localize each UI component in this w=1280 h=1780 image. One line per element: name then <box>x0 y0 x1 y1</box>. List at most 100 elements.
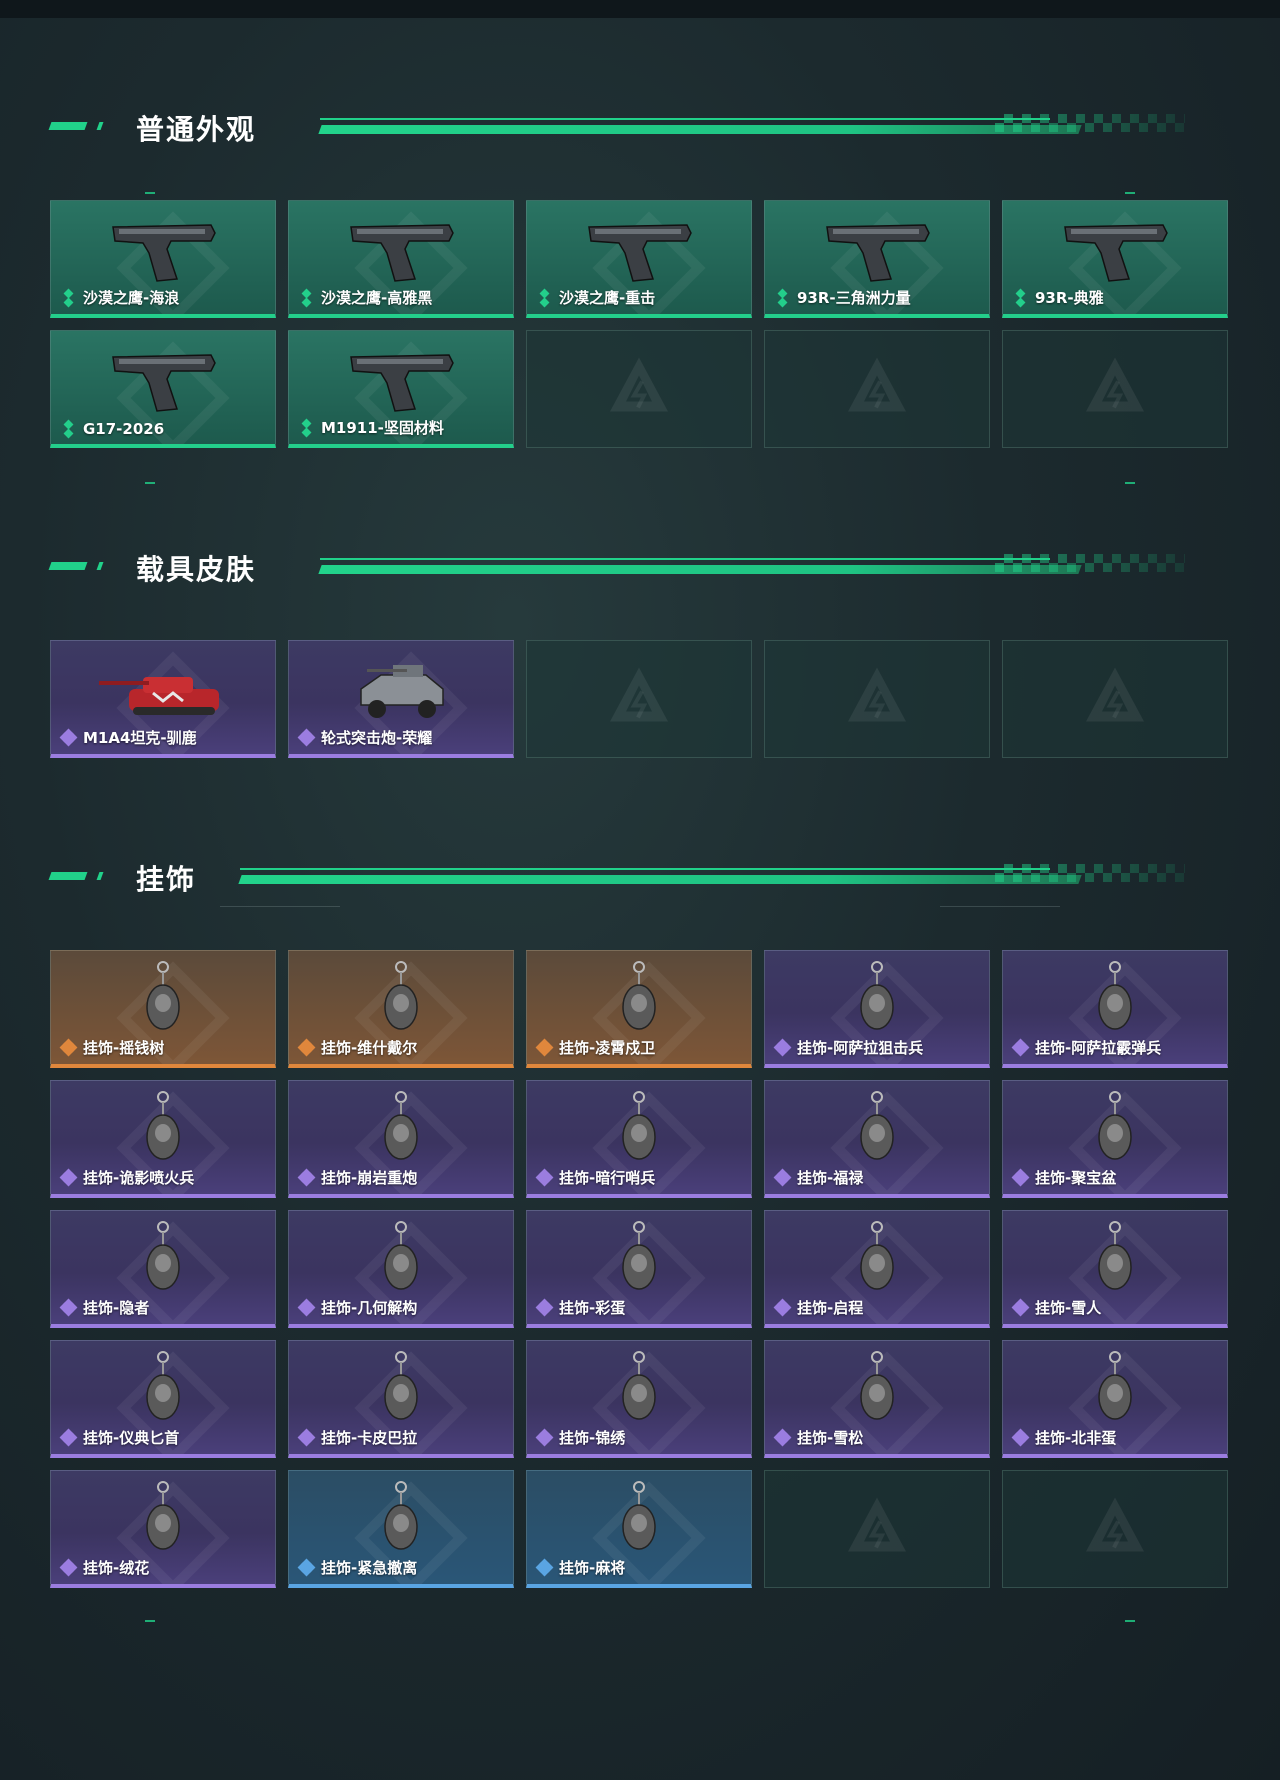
item-label: 挂饰-阿萨拉狙击兵 <box>773 1037 923 1058</box>
charm-icon <box>569 1479 709 1564</box>
delta-logo-icon <box>842 352 912 427</box>
item-label: 挂饰-几何解构 <box>297 1297 418 1318</box>
rarity-diamond-icon <box>297 1428 316 1446</box>
charm-icon <box>569 959 709 1044</box>
item-card[interactable]: 挂饰-彩蛋 <box>526 1210 752 1328</box>
armored-vehicle-icon <box>331 649 471 734</box>
item-name: 挂饰-几何解构 <box>321 1299 418 1317</box>
item-card[interactable]: 挂饰-福禄 <box>764 1080 990 1198</box>
item-card[interactable]: 挂饰-维什戴尔 <box>288 950 514 1068</box>
rarity-diamond-icon <box>297 1298 316 1316</box>
item-card[interactable]: 沙漠之鹰-高雅黑 <box>288 200 514 318</box>
item-card[interactable]: 挂饰-阿萨拉霰弹兵 <box>1002 950 1228 1068</box>
item-label: 挂饰-维什戴尔 <box>297 1037 417 1058</box>
item-card[interactable]: M1911-坚固材料 <box>288 330 514 448</box>
item-name: 挂饰-诡影喷火兵 <box>83 1169 195 1187</box>
item-label: 93R-三角洲力量 <box>775 287 911 308</box>
item-label: M1911-坚固材料 <box>299 417 444 438</box>
item-card[interactable]: 挂饰-启程 <box>764 1210 990 1328</box>
item-card[interactable]: 挂饰-雪人 <box>1002 1210 1228 1328</box>
header-line <box>318 565 1082 574</box>
item-card[interactable]: 93R-典雅 <box>1002 200 1228 318</box>
item-name: 轮式突击炮-荣耀 <box>321 729 433 747</box>
charm-icon <box>331 959 471 1044</box>
item-card[interactable]: 挂饰-紧急撤离 <box>288 1470 514 1588</box>
empty-slot[interactable] <box>526 330 752 448</box>
item-name: 挂饰-凌霄戍卫 <box>559 1039 656 1057</box>
item-name: 挂饰-雪松 <box>797 1429 864 1447</box>
section-title: 载具皮肤 <box>136 553 257 586</box>
item-card[interactable]: 挂饰-几何解构 <box>288 1210 514 1328</box>
item-card[interactable]: 挂饰-聚宝盆 <box>1002 1080 1228 1198</box>
empty-slot[interactable] <box>1002 1470 1228 1588</box>
item-name: 挂饰-紧急撤离 <box>321 1559 418 1577</box>
item-card[interactable]: 挂饰-雪松 <box>764 1340 990 1458</box>
corner-mark <box>145 192 155 194</box>
rarity-diamond-icon <box>299 288 315 307</box>
item-card[interactable]: 挂饰-崩岩重炮 <box>288 1080 514 1198</box>
item-card[interactable]: 挂饰-卡皮巴拉 <box>288 1340 514 1458</box>
item-card[interactable]: M1A4坦克-驯鹿 <box>50 640 276 758</box>
item-card[interactable]: 挂饰-绒花 <box>50 1470 276 1588</box>
header-checker-pattern <box>995 864 1185 882</box>
item-card[interactable]: 挂饰-诡影喷火兵 <box>50 1080 276 1198</box>
rarity-diamond-icon <box>1011 1298 1030 1316</box>
item-card[interactable]: 挂饰-麻将 <box>526 1470 752 1588</box>
item-name: 挂饰-卡皮巴拉 <box>321 1429 418 1447</box>
empty-slot[interactable] <box>1002 640 1228 758</box>
item-card[interactable]: G17-2026 <box>50 330 276 448</box>
item-card[interactable]: 沙漠之鹰-重击 <box>526 200 752 318</box>
item-name: 挂饰-聚宝盆 <box>1035 1169 1117 1187</box>
item-name: 挂饰-隐者 <box>83 1299 150 1317</box>
empty-slot[interactable] <box>526 640 752 758</box>
item-card[interactable]: 挂饰-隐者 <box>50 1210 276 1328</box>
delta-logo-icon <box>842 662 912 737</box>
rarity-diamond-icon <box>535 1038 554 1056</box>
pistol-icon <box>93 339 233 424</box>
charm-icon <box>1045 1219 1185 1304</box>
charm-icon <box>569 1219 709 1304</box>
item-label: 挂饰-摇钱树 <box>59 1037 164 1058</box>
empty-slot[interactable] <box>764 1470 990 1588</box>
item-label: 挂饰-启程 <box>773 1297 863 1318</box>
item-card[interactable]: 挂饰-摇钱树 <box>50 950 276 1068</box>
empty-slot[interactable] <box>764 640 990 758</box>
item-card[interactable]: 轮式突击炮-荣耀 <box>288 640 514 758</box>
header-dash <box>48 872 88 880</box>
item-card[interactable]: 沙漠之鹰-海浪 <box>50 200 276 318</box>
item-card[interactable]: 挂饰-锦绣 <box>526 1340 752 1458</box>
header-dash <box>96 872 104 880</box>
pistol-icon <box>807 209 947 294</box>
item-label: 挂饰-凌霄戍卫 <box>535 1037 656 1058</box>
charm-icon <box>93 1089 233 1174</box>
rarity-diamond-icon <box>59 1168 78 1186</box>
rarity-diamond-icon <box>61 419 77 439</box>
delta-logo-icon <box>604 662 674 737</box>
item-name: 挂饰-麻将 <box>559 1559 626 1577</box>
item-card[interactable]: 挂饰-暗行哨兵 <box>526 1080 752 1198</box>
item-card[interactable]: 挂饰-仪典匕首 <box>50 1340 276 1458</box>
rarity-diamond-icon <box>1011 1168 1030 1186</box>
charm-icon <box>569 1089 709 1174</box>
charm-icon <box>807 1219 947 1304</box>
item-card[interactable]: 挂饰-凌霄戍卫 <box>526 950 752 1068</box>
item-card[interactable]: 挂饰-阿萨拉狙击兵 <box>764 950 990 1068</box>
charm-icon <box>93 1479 233 1564</box>
item-label: 挂饰-聚宝盆 <box>1011 1167 1117 1188</box>
header-thin-line <box>240 868 1050 870</box>
item-label: 挂饰-绒花 <box>59 1557 149 1578</box>
header-dash <box>96 562 104 570</box>
item-label: 挂饰-隐者 <box>59 1297 150 1318</box>
section-header: 普通外观 <box>48 108 1230 148</box>
item-card[interactable]: 93R-三角洲力量 <box>764 200 990 318</box>
empty-slot[interactable] <box>764 330 990 448</box>
rarity-diamond-icon <box>59 1558 78 1576</box>
delta-logo-icon <box>1080 1492 1150 1567</box>
item-card[interactable]: 挂饰-北非蛋 <box>1002 1340 1228 1458</box>
item-label: 挂饰-诡影喷火兵 <box>59 1167 195 1188</box>
pistol-icon <box>93 209 233 294</box>
rarity-diamond-icon <box>59 728 78 746</box>
empty-slot[interactable] <box>1002 330 1228 448</box>
charm-icon <box>807 1349 947 1434</box>
item-label: 沙漠之鹰-高雅黑 <box>299 287 432 308</box>
